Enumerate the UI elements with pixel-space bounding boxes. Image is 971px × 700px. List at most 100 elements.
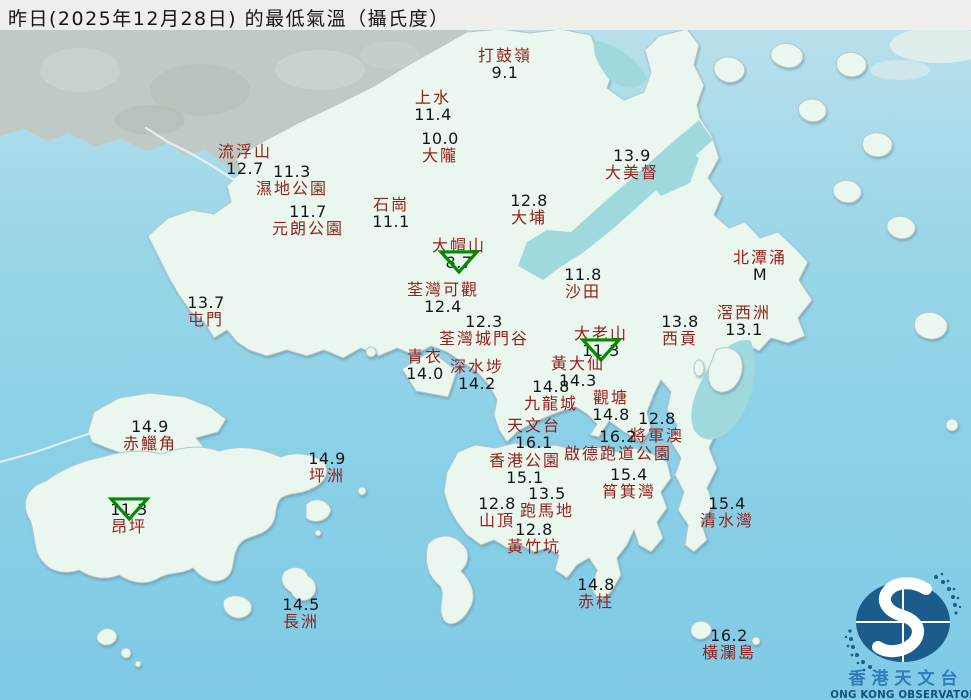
station-value: 13.1: [725, 320, 763, 339]
station-value: M: [752, 265, 768, 284]
station-value: 14.8: [577, 575, 615, 594]
station-name: 上水: [414, 88, 451, 107]
station-value: 13.7: [187, 293, 225, 312]
station-value: 16.1: [515, 433, 553, 452]
station-天文台: 天文台 16.1: [507, 417, 561, 451]
station-name: 深水埗: [449, 357, 505, 376]
station-大帽山: 大帽山 8.7: [431, 236, 487, 274]
station-大美督: 13.9 大美督: [605, 147, 659, 181]
station-value: 12.8: [478, 494, 516, 513]
station-value: 9.1: [491, 63, 519, 82]
station-value: 11.1: [372, 212, 410, 231]
station-value: 8.7: [432, 249, 486, 274]
station-屯門: 13.7 屯門: [187, 294, 225, 328]
station-name: 天文台: [506, 416, 562, 435]
station-沙田: 11.8 沙田: [564, 266, 602, 300]
station-value: 13.5: [528, 484, 566, 503]
station-name: 長洲: [282, 612, 319, 631]
station-name: 石崗: [372, 195, 409, 214]
station-value: 13.8: [661, 312, 699, 331]
station-name: 黃竹坑: [506, 537, 562, 556]
station-name: 荃灣可觀: [406, 280, 480, 299]
station-value: 14.8: [592, 405, 630, 424]
station-value: 15.4: [708, 494, 746, 513]
station-name: 打鼓嶺: [477, 46, 533, 65]
station-name: 流浮山: [217, 142, 273, 161]
station-北潭涌: 北潭涌 M: [733, 249, 787, 283]
station-name: 九龍城: [523, 394, 579, 413]
hko-min-temp-map: 昨日(2025年12月28日) 的最低氣溫（攝氏度） 打鼓嶺 9.1 上水 11.4 1…: [0, 0, 971, 700]
station-name: 大老山: [573, 324, 629, 343]
station-大隴: 10.0 大隴: [421, 130, 459, 164]
station-荃灣可觀: 荃灣可觀 12.4: [407, 281, 479, 315]
station-name: 跑馬地: [519, 501, 575, 520]
station-赤柱: 14.8 赤柱: [577, 576, 615, 610]
station-青衣: 青衣 14.0: [406, 348, 444, 382]
station-九龍城: 14.8 九龍城: [524, 378, 578, 412]
station-name: 沙田: [564, 282, 601, 301]
station-value: 11.4: [414, 105, 452, 124]
station-value: 11.3: [107, 496, 151, 521]
station-筲箕灣: 15.4 筲箕灣: [602, 466, 656, 500]
station-深水埗: 深水埗 14.2: [450, 358, 504, 392]
station-name: 筲箕灣: [601, 482, 657, 501]
station-元朗公園: 11.7 元朗公園: [272, 203, 344, 237]
station-赤鱲角: 14.9 赤鱲角: [123, 418, 177, 452]
station-name: 橫瀾島: [701, 643, 757, 662]
station-name: 屯門: [187, 310, 224, 329]
station-value: 14.2: [458, 374, 496, 393]
station-大埔: 12.8 大埔: [510, 192, 548, 226]
station-長洲: 14.5 長洲: [282, 596, 320, 630]
station-name: 濕地公園: [255, 179, 329, 198]
station-value: 12.3: [465, 312, 503, 331]
station-昂坪: 11.3 昂坪: [107, 496, 151, 536]
station-上水: 上水 11.4: [414, 89, 452, 123]
station-name: 大美督: [604, 163, 660, 182]
station-name: 大帽山: [431, 236, 487, 255]
stations-layer: 打鼓嶺 9.1 上水 11.4 10.0 大隴 流浮山 12.7 11.3 濕地公園 13.9 大美督…: [0, 0, 971, 700]
station-荃灣城門谷: 12.3 荃灣城門谷: [439, 313, 529, 347]
station-value: 14.9: [131, 417, 169, 436]
station-value: 11.7: [289, 202, 327, 221]
station-value: 12.8: [515, 520, 553, 539]
station-value: 16.2: [599, 427, 637, 446]
station-name: 香港公園: [488, 451, 562, 470]
station-value: 14.8: [532, 377, 570, 396]
station-name: 元朗公園: [271, 219, 345, 238]
station-跑馬地: 13.5 跑馬地: [520, 485, 574, 519]
station-name: 坪洲: [308, 466, 345, 485]
station-value: 12.8: [638, 409, 676, 428]
min-temp-triangle-icon: [107, 496, 151, 521]
station-value: 16.2: [710, 626, 748, 645]
station-name: 清水灣: [699, 511, 755, 530]
hko-logo: 香港天文台 HONG KONG OBSERVATORY: [830, 572, 971, 700]
station-name: 昂坪: [110, 517, 147, 536]
station-value: 15.4: [610, 465, 648, 484]
station-清水灣: 15.4 清水灣: [700, 495, 754, 529]
station-value: 11.8: [564, 265, 602, 284]
station-name: 滘西洲: [716, 303, 772, 322]
station-value: 14.9: [308, 449, 346, 468]
station-啟德跑道公園: 16.2 啟德跑道公園: [564, 428, 672, 462]
station-name: 大隴: [421, 146, 458, 165]
logo-english-name: HONG KONG OBSERVATORY: [830, 689, 971, 700]
station-橫瀾島: 16.2 橫瀾島: [702, 627, 756, 661]
station-石崗: 石崗 11.1: [372, 196, 410, 230]
station-value: 14.0: [406, 364, 444, 383]
station-香港公園: 香港公園 15.1: [489, 452, 561, 486]
station-value: 14.5: [282, 595, 320, 614]
station-name: 北潭涌: [732, 248, 788, 267]
station-滘西洲: 滘西洲 13.1: [717, 304, 771, 338]
station-濕地公園: 11.3 濕地公園: [256, 163, 328, 197]
station-value: 10.0: [421, 129, 459, 148]
station-打鼓嶺: 打鼓嶺 9.1: [478, 47, 532, 81]
station-name: 大埔: [510, 208, 547, 227]
station-name: 青衣: [406, 347, 443, 366]
station-name: 荃灣城門谷: [438, 329, 530, 348]
station-value: 13.9: [613, 146, 651, 165]
station-西貢: 13.8 西貢: [661, 313, 699, 347]
station-value: 12.8: [510, 191, 548, 210]
station-value: 11.3: [273, 162, 311, 181]
station-name: 觀塘: [592, 388, 629, 407]
station-name: 啟德跑道公園: [563, 444, 673, 463]
